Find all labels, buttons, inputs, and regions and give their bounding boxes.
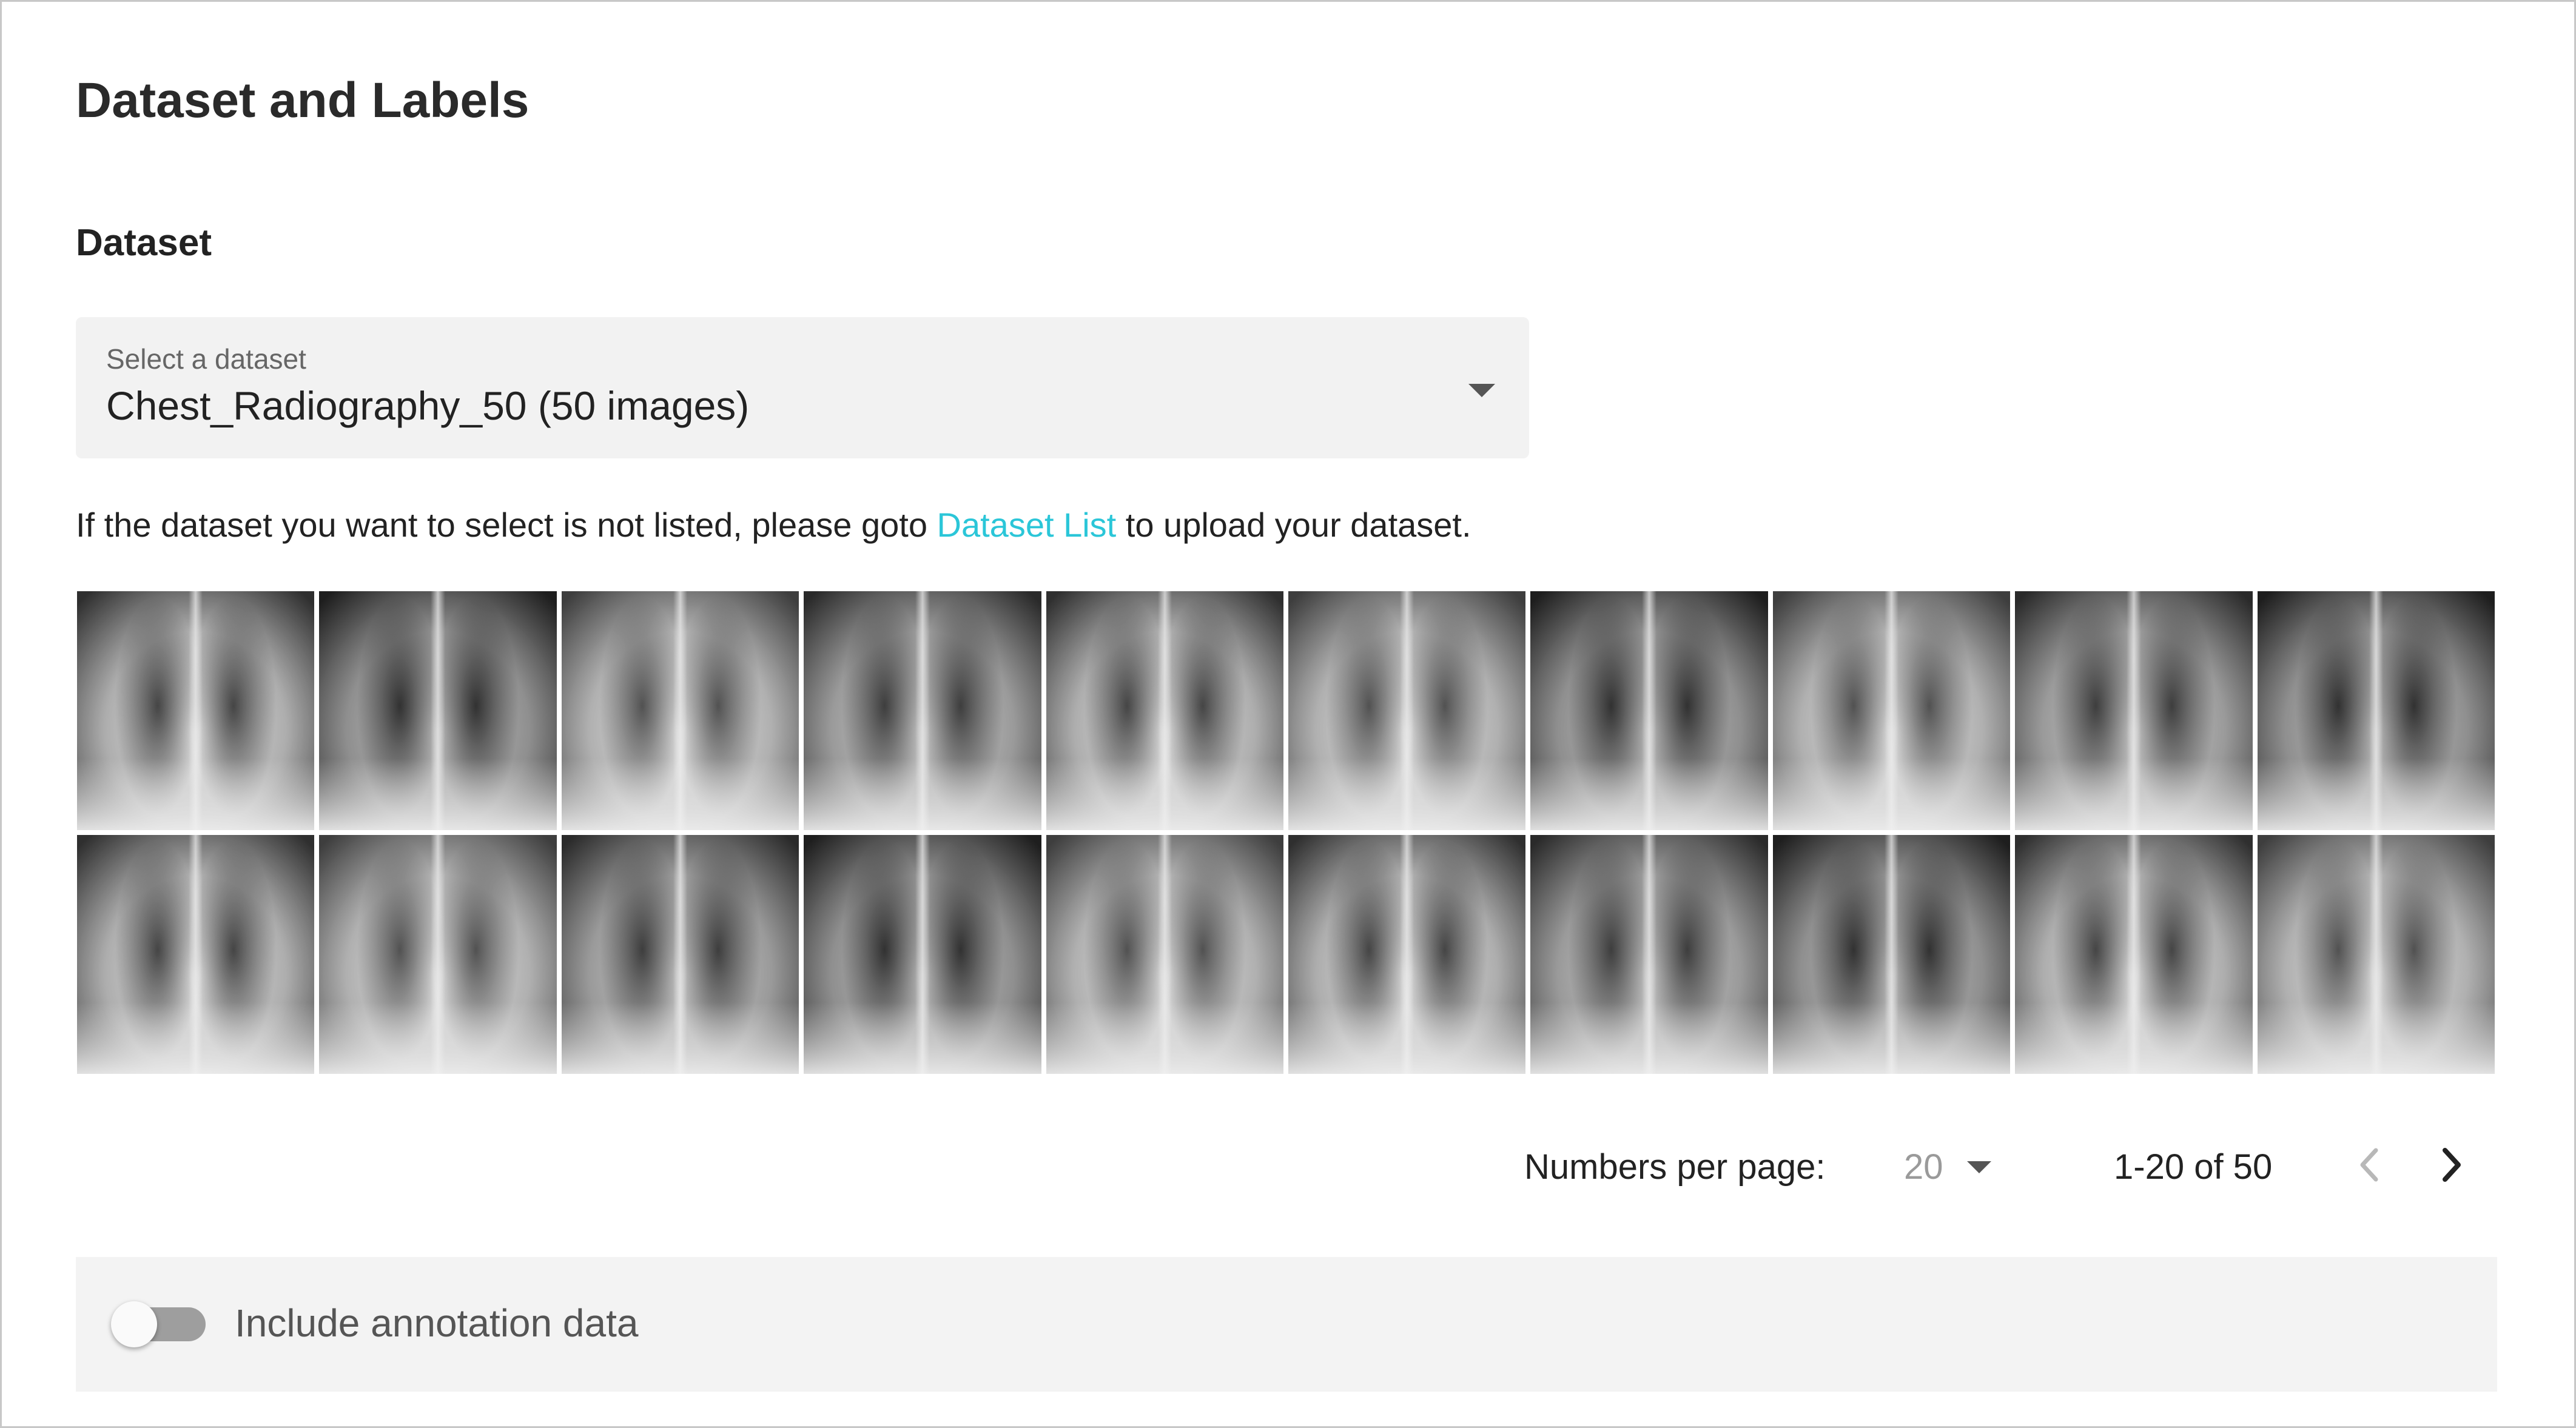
annotation-toggle-row: Include annotation data: [76, 1257, 2497, 1392]
dataset-and-labels-panel: Dataset and Labels Dataset Select a data…: [0, 0, 2576, 1428]
xray-thumbnail[interactable]: [561, 835, 799, 1074]
xray-thumbnail[interactable]: [1288, 591, 1526, 830]
annotation-toggle-switch[interactable]: [111, 1301, 206, 1347]
xray-thumbnail[interactable]: [77, 835, 315, 1074]
xray-thumbnail[interactable]: [804, 835, 1041, 1074]
chevron-left-icon[interactable]: [2346, 1141, 2394, 1189]
dataset-list-link[interactable]: Dataset List: [937, 506, 1117, 544]
caret-down-icon[interactable]: [1967, 1161, 1991, 1173]
xray-thumbnail[interactable]: [1046, 835, 1283, 1074]
xray-thumbnail[interactable]: [1530, 835, 1768, 1074]
helper-prefix: If the dataset you want to select is not…: [76, 506, 937, 544]
per-page-label: Numbers per page:: [1524, 1147, 1826, 1187]
image-thumbnail-grid: [77, 591, 2495, 1074]
xray-thumbnail[interactable]: [319, 591, 557, 830]
dataset-helper-text: If the dataset you want to select is not…: [76, 505, 1471, 545]
dataset-select[interactable]: Select a dataset Chest_Radiography_50 (5…: [76, 317, 1529, 458]
toggle-knob: [111, 1301, 157, 1347]
xray-thumbnail[interactable]: [77, 591, 315, 830]
dataset-select-value: Chest_Radiography_50 (50 images): [106, 383, 750, 428]
xray-thumbnail[interactable]: [561, 591, 799, 830]
page-range: 1-20 of 50: [2114, 1147, 2273, 1187]
caret-down-icon[interactable]: [1468, 384, 1495, 397]
annotation-toggle-label: Include annotation data: [235, 1301, 639, 1345]
xray-thumbnail[interactable]: [2257, 591, 2495, 830]
xray-thumbnail[interactable]: [319, 835, 557, 1074]
per-page-select[interactable]: 20: [1904, 1147, 1943, 1187]
xray-thumbnail[interactable]: [1046, 591, 1283, 830]
dataset-heading: Dataset: [76, 222, 212, 264]
dataset-select-label: Select a dataset: [106, 343, 306, 375]
xray-thumbnail[interactable]: [1772, 835, 2011, 1074]
xray-thumbnail[interactable]: [2015, 591, 2253, 830]
chevron-right-icon[interactable]: [2427, 1141, 2475, 1189]
xray-thumbnail[interactable]: [1772, 591, 2011, 830]
page-title: Dataset and Labels: [76, 73, 530, 128]
xray-thumbnail[interactable]: [804, 591, 1041, 830]
xray-thumbnail[interactable]: [2015, 835, 2253, 1074]
pagination-bar: Numbers per page: 20 1-20 of 50: [2, 1141, 2576, 1195]
xray-thumbnail[interactable]: [1288, 835, 1526, 1074]
helper-suffix: to upload your dataset.: [1116, 506, 1471, 544]
xray-thumbnail[interactable]: [2257, 835, 2495, 1074]
xray-thumbnail[interactable]: [1530, 591, 1768, 830]
